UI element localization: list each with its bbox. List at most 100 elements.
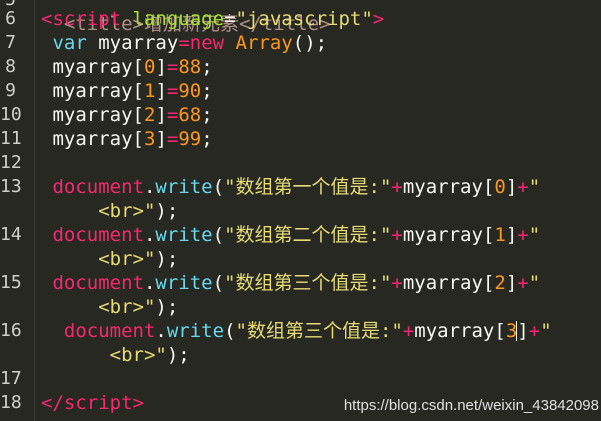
operator-equals: = <box>166 80 179 102</box>
string-literal: <br>" <box>98 248 156 270</box>
line-number: 13 <box>0 176 22 197</box>
string-literal: " <box>528 272 541 294</box>
variable-name: myarray <box>52 128 133 150</box>
line-number: 17 <box>0 368 22 389</box>
right-bracket: ] <box>155 128 167 150</box>
string-literal: <br>" <box>98 200 156 222</box>
left-paren: ( <box>224 320 236 342</box>
semicolon: ; <box>201 56 213 78</box>
code-line-13-wrap[interactable]: <br>"); <box>41 199 178 223</box>
watermark-url: https://blog.csdn.net/weixin_43842098 <box>343 397 599 414</box>
variable-name: myarray <box>98 32 179 54</box>
tag-close-bracket: > <box>132 392 144 414</box>
code-line-15[interactable]: document.write("数组第三个值是:"+myarray[2]+" <box>41 271 540 295</box>
code-line-7[interactable]: var myarray=new Array(); <box>41 31 327 55</box>
line-number: 15 <box>0 272 22 293</box>
index: 1 <box>143 80 156 102</box>
punctuation: ); <box>155 200 179 222</box>
index: 2 <box>494 272 506 294</box>
code-line-15-wrap[interactable]: <br>"); <box>41 295 178 319</box>
number-value: 99 <box>178 128 202 150</box>
object-document: document <box>52 176 144 198</box>
right-bracket: ] <box>155 56 167 78</box>
tag-open-bracket: </ <box>41 392 64 414</box>
code-line-9[interactable]: myarray[1]=90; <box>41 79 212 103</box>
line-number: 14 <box>0 224 22 245</box>
operator-plus: + <box>391 272 403 294</box>
object-document: document <box>52 224 144 246</box>
line-number: 7 <box>5 32 16 53</box>
operator-plus: + <box>517 272 529 294</box>
right-bracket: ] <box>505 272 518 294</box>
number-value: 90 <box>178 80 202 102</box>
left-paren: ( <box>212 224 225 246</box>
index: 3 <box>143 128 156 150</box>
code-line-14[interactable]: document.write("数组第二个值是:"+myarray[1]+" <box>41 223 540 247</box>
line-number: 9 <box>5 80 16 101</box>
method-write: write <box>155 272 213 294</box>
tag-open-bracket: < <box>41 8 53 30</box>
left-paren: ( <box>212 176 225 198</box>
gutter-divider <box>34 0 35 421</box>
left-bracket: [ <box>132 80 144 102</box>
line-number: 16 <box>0 320 22 341</box>
left-bracket: [ <box>132 56 144 78</box>
number-value: 68 <box>178 104 202 126</box>
left-paren: ( <box>212 272 225 294</box>
operator-plus: + <box>528 320 541 342</box>
semicolon: ; <box>201 104 213 126</box>
right-bracket: ] <box>505 224 518 246</box>
punctuation: ); <box>155 296 179 318</box>
right-bracket: ] <box>155 80 167 102</box>
variable-name: myarray <box>402 272 483 294</box>
line-number: 6 <box>5 8 16 29</box>
string-literal: " <box>540 320 552 342</box>
method-write: write <box>166 320 225 342</box>
code-line-16[interactable]: document.write("数组第三个值是:"+myarray[3]+" <box>41 319 552 343</box>
operator-equals: = <box>166 56 179 78</box>
string-literal: "数组第三个值是:" <box>235 320 403 342</box>
attribute-name: language <box>132 8 225 30</box>
operator-equals: = <box>166 128 179 150</box>
left-bracket: [ <box>132 104 144 126</box>
right-bracket: ] <box>505 176 518 198</box>
object-document: document <box>52 272 144 294</box>
line-number: 8 <box>5 56 16 77</box>
string-literal: <br>" <box>98 296 156 318</box>
punctuation: (); <box>292 32 328 54</box>
code-line-10[interactable]: myarray[2]=68; <box>41 103 213 127</box>
attribute-value: "javascript" <box>235 8 373 30</box>
punctuation: ); <box>166 344 190 366</box>
left-bracket: [ <box>482 176 495 198</box>
string-literal: "数组第二个值是:" <box>224 224 392 246</box>
tag-close-bracket: > <box>372 8 385 30</box>
punctuation: ); <box>155 248 179 270</box>
method-write: write <box>155 224 213 246</box>
code-line-11[interactable]: myarray[3]=99; <box>41 127 213 151</box>
string-literal: "数组第一个值是:" <box>224 176 392 198</box>
index: 2 <box>143 104 156 126</box>
line-number: 18 <box>0 392 22 413</box>
number-value: 88 <box>178 56 202 78</box>
code-line-13[interactable]: document.write("数组第一个值是:"+myarray[0]+" <box>41 175 540 199</box>
equals: = <box>224 8 236 30</box>
variable-name: myarray <box>414 320 495 342</box>
operator-plus: + <box>517 224 529 246</box>
right-bracket: ] <box>155 104 167 126</box>
operator-equals: = <box>178 32 190 54</box>
operator-plus: + <box>391 176 403 198</box>
code-line-16-wrap[interactable]: <br>"); <box>41 343 190 367</box>
code-line-18[interactable]: </script> <box>41 391 144 415</box>
code-line-14-wrap[interactable]: <br>"); <box>41 247 178 271</box>
code-line-6[interactable]: <script language="javascript"> <box>41 7 384 31</box>
semicolon: ; <box>201 128 213 150</box>
operator-plus: + <box>517 176 529 198</box>
line-number: 11 <box>0 128 22 149</box>
tag-name: script <box>52 8 122 30</box>
right-bracket: ] <box>517 320 529 342</box>
index: 0 <box>494 176 506 198</box>
code-line-8[interactable]: myarray[0]=88; <box>41 55 213 79</box>
